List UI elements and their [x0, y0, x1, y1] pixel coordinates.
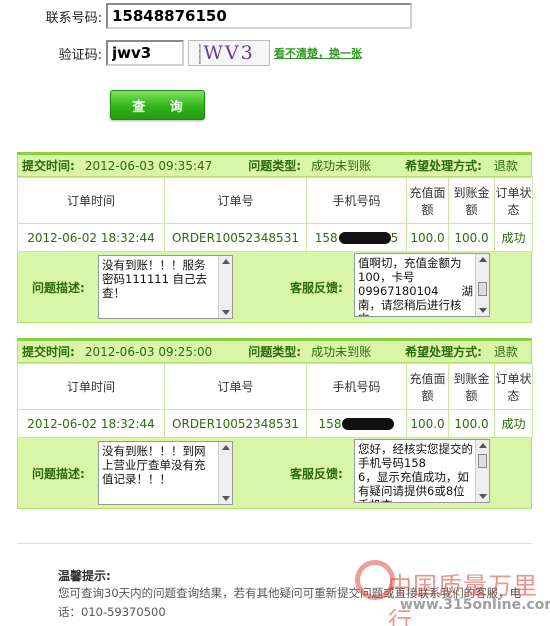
column-header: 订单号 [164, 177, 307, 224]
scroll-thumb[interactable] [478, 454, 487, 468]
redaction-mark [338, 232, 391, 244]
captcha-input[interactable] [106, 40, 184, 66]
description-row: 问题描述: 没有到账！！！服务密码111111 自己去查！ 客服反馈: 值啊切，… [17, 252, 532, 323]
problem-desc-textarea[interactable]: 没有到账！！！到网上营业厅查单没有充值记录！！！ [98, 441, 233, 505]
order-table: 订单时间 订单号 手机号码 充值面额 到账金额 订单状态 2012-06-02 … [17, 177, 533, 252]
column-header: 到账金额 [448, 177, 495, 224]
phone-cell: 158 5 [306, 223, 407, 252]
tips-title: 温馨提示: [58, 569, 111, 583]
phone-input[interactable] [106, 3, 412, 29]
problem-desc-label: 问题描述: [32, 466, 85, 481]
submit-time-label: 提交时间: [22, 345, 75, 359]
problem-desc-label: 问题描述: [32, 280, 85, 295]
submit-time-label: 提交时间: [22, 159, 75, 173]
divider [17, 543, 532, 544]
order-no-cell: ORDER10052348531 [164, 409, 307, 438]
table-row: 2012-06-02 18:32:44 ORDER10052348531 158… [17, 223, 533, 252]
submit-time-value: 2012-06-03 09:25:00 [84, 344, 213, 359]
problem-type-value: 成功未到账 [311, 345, 372, 359]
received-cell: 100.0 [448, 409, 495, 438]
phone-suffix: 5 [390, 230, 399, 245]
handling-mode-value: 退款 [493, 345, 518, 359]
column-header: 充值面额 [406, 363, 449, 410]
phone-prefix: 158 [314, 230, 338, 245]
submit-time-value: 2012-06-03 09:35:47 [84, 158, 213, 173]
service-feedback-label: 客服反馈: [290, 466, 343, 481]
handling-mode-label: 希望处理方式: [405, 159, 482, 173]
description-row: 问题描述: 没有到账！！！到网上营业厅查单没有充值记录！！！ 客服反馈: 您好，… [17, 438, 532, 509]
scroll-down-icon[interactable] [222, 310, 230, 315]
service-feedback-text: 您好，经核实您提交的手机号码158 6，显示充值成功，如有疑问请提供6或8位手机… [358, 442, 473, 502]
order-time-cell: 2012-06-02 18:32:44 [17, 223, 165, 252]
problem-desc-text: 没有到账！！！服务密码111111 自己去查！ [102, 258, 208, 300]
record-header: 提交时间: 2012-06-03 09:35:47 问题类型: 成功未到账 希望… [17, 152, 532, 177]
scrollbar[interactable] [475, 440, 489, 502]
scroll-up-icon[interactable] [479, 443, 487, 448]
record-header: 提交时间: 2012-06-03 09:25:00 问题类型: 成功未到账 希望… [17, 338, 532, 363]
scroll-up-icon[interactable] [222, 259, 230, 264]
table-row: 2012-06-02 18:32:44 ORDER10052348531 158… [17, 409, 533, 438]
scrollbar[interactable] [475, 254, 489, 316]
column-header: 到账金额 [448, 363, 495, 410]
record-card: 提交时间: 2012-06-03 09:35:47 问题类型: 成功未到账 希望… [17, 152, 533, 323]
column-header: 订单时间 [17, 177, 165, 224]
received-cell: 100.0 [448, 223, 495, 252]
service-feedback-label: 客服反馈: [290, 280, 343, 295]
scroll-up-icon[interactable] [222, 445, 230, 450]
phone-row: 联系号码: [0, 3, 412, 29]
record-card: 提交时间: 2012-06-03 09:25:00 问题类型: 成功未到账 希望… [17, 338, 533, 509]
captcha-image-text: WV3 [203, 42, 255, 64]
watermark-name: 中国质量万里行 [388, 572, 538, 626]
column-header: 订单号 [164, 363, 307, 410]
captcha-row: 验证码: WV3 看不清楚，换一张 [0, 40, 362, 66]
amount-cell: 100.0 [406, 223, 449, 252]
handling-mode-label: 希望处理方式: [405, 345, 482, 359]
scroll-thumb[interactable] [478, 282, 487, 296]
problem-desc-textarea[interactable]: 没有到账！！！服务密码111111 自己去查！ [98, 255, 233, 319]
table-header-row: 订单时间 订单号 手机号码 充值面额 到账金额 订单状态 [17, 363, 533, 410]
redaction-mark [342, 418, 395, 430]
order-time-cell: 2012-06-02 18:32:44 [17, 409, 165, 438]
phone-prefix: 158 [318, 416, 342, 431]
phone-cell: 158 [306, 409, 407, 438]
captcha-label: 验证码: [58, 47, 102, 63]
service-feedback-textarea[interactable]: 您好，经核实您提交的手机号码158 6，显示充值成功，如有疑问请提供6或8位手机… [354, 439, 490, 503]
column-header: 手机号码 [306, 363, 407, 410]
phone-label: 联系号码: [45, 10, 102, 26]
problem-type-label: 问题类型: [248, 345, 302, 359]
order-table: 订单时间 订单号 手机号码 充值面额 到账金额 订单状态 2012-06-02 … [17, 363, 533, 438]
status-cell: 成功 [494, 409, 533, 438]
handling-mode-value: 退款 [493, 159, 518, 173]
status-cell: 成功 [494, 223, 533, 252]
scroll-up-icon[interactable] [479, 257, 487, 262]
captcha-image[interactable]: WV3 [188, 40, 270, 66]
watermark-url: www.315online.com [400, 597, 550, 613]
column-header: 手机号码 [306, 177, 407, 224]
column-header: 充值面额 [406, 177, 449, 224]
problem-desc-text: 没有到账！！！到网上营业厅查单没有充值记录！！！ [102, 444, 206, 486]
column-header: 订单时间 [17, 363, 165, 410]
service-feedback-text: 值啊切，充值金额为100，卡号09967180104 湖南，请您稍后进行核实。 [358, 256, 473, 316]
scrollbar[interactable] [218, 256, 232, 318]
table-header-row: 订单时间 订单号 手机号码 充值面额 到账金额 订单状态 [17, 177, 533, 224]
column-header: 订单状态 [494, 363, 533, 410]
scroll-down-icon[interactable] [479, 494, 487, 499]
query-button[interactable]: 查 询 [110, 90, 205, 120]
captcha-refresh-link[interactable]: 看不清楚，换一张 [274, 45, 362, 61]
scroll-down-icon[interactable] [222, 496, 230, 501]
column-header: 订单状态 [494, 177, 533, 224]
amount-cell: 100.0 [406, 409, 449, 438]
problem-type-value: 成功未到账 [311, 159, 372, 173]
order-no-cell: ORDER10052348531 [164, 223, 307, 252]
service-feedback-textarea[interactable]: 值啊切，充值金额为100，卡号09967180104 湖南，请您稍后进行核实。 [354, 253, 490, 317]
scroll-down-icon[interactable] [479, 308, 487, 313]
scrollbar[interactable] [218, 442, 232, 504]
problem-type-label: 问题类型: [248, 159, 302, 173]
